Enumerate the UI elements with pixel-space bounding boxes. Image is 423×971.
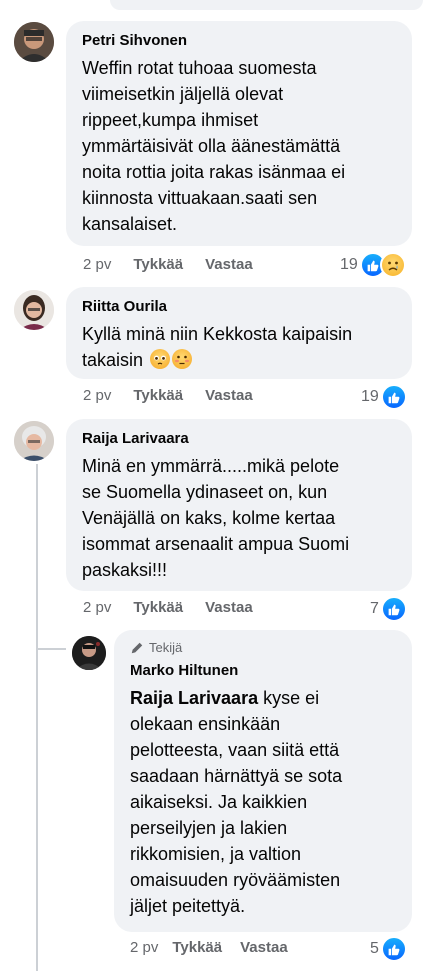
- comment-text: Weffin rotat tuhoaa suomesta viimeisetki…: [82, 58, 346, 234]
- comment-actions: 2 pv Tykkää Vastaa: [83, 256, 275, 273]
- comment-actions: 2 pv Tykkää Vastaa: [130, 939, 310, 956]
- flushed-face-emoji: [172, 349, 193, 369]
- author-badge-label: Tekijä: [149, 640, 183, 655]
- comment-author[interactable]: Petri Sihvonen: [82, 31, 398, 51]
- comment-author[interactable]: Marko Hiltunen: [130, 661, 398, 681]
- comment-text: Minä en ymmärrä.....mikä pelote se Suome…: [82, 456, 350, 580]
- comment-age[interactable]: 2 pv: [83, 599, 111, 616]
- comment-bubble: Riitta Ourila Kyllä minä niin Kekkosta k…: [66, 287, 412, 379]
- comment-actions: 2 pv Tykkää Vastaa: [83, 387, 275, 404]
- thread-line-vertical: [36, 464, 38, 971]
- reply-button[interactable]: Vastaa: [205, 599, 253, 616]
- comment-author[interactable]: Raija Larivaara: [82, 429, 398, 449]
- reply-button[interactable]: Vastaa: [240, 939, 288, 956]
- avatar[interactable]: [14, 22, 54, 62]
- like-button[interactable]: Tykkää: [133, 599, 183, 616]
- like-icon: [380, 936, 407, 962]
- like-button[interactable]: Tykkää: [133, 256, 183, 273]
- comment-age[interactable]: 2 pv: [83, 256, 111, 273]
- comment-author[interactable]: Riitta Ourila: [82, 297, 398, 317]
- avatar[interactable]: [72, 636, 106, 670]
- reply-bubble: Tekijä Marko Hiltunen Raija Larivaara ky…: [114, 630, 412, 932]
- pleading-face-emoji: [150, 349, 171, 369]
- sad-icon: [379, 252, 406, 278]
- reaction-summary[interactable]: 19: [361, 384, 407, 410]
- comment-age[interactable]: 2 pv: [130, 939, 158, 956]
- like-icon: [380, 384, 407, 410]
- previous-comment-bubble-edge: [110, 0, 423, 10]
- comment-text-body: kyse ei olekaan ensinkään pelotteesta, v…: [130, 688, 343, 916]
- comment-text: Kyllä minä niin Kekkosta kaipaisin takai…: [82, 321, 398, 373]
- comment-bubble: Petri Sihvonen Weffin rotat tuhoaa suome…: [66, 21, 412, 246]
- comment-bubble: Raija Larivaara Minä en ymmärrä.....mikä…: [66, 419, 412, 591]
- reaction-count: 19: [361, 388, 379, 405]
- like-button[interactable]: Tykkää: [172, 939, 222, 956]
- reaction-summary[interactable]: 5: [370, 936, 407, 962]
- comment-age[interactable]: 2 pv: [83, 387, 111, 404]
- reaction-count: 5: [370, 940, 379, 957]
- reply-button[interactable]: Vastaa: [205, 256, 253, 273]
- like-icon: [380, 596, 407, 622]
- mention-link[interactable]: Raija Larivaara: [130, 688, 258, 708]
- reaction-summary[interactable]: 19: [340, 252, 406, 278]
- comment-text-body: Kyllä minä niin Kekkosta kaipaisin takai…: [82, 324, 353, 370]
- like-button[interactable]: Tykkää: [133, 387, 183, 404]
- reaction-summary[interactable]: 7: [370, 596, 407, 622]
- avatar[interactable]: [14, 421, 54, 461]
- avatar[interactable]: [14, 290, 54, 330]
- pencil-icon: [131, 642, 143, 653]
- comment-text: Raija Larivaara kyse ei olekaan ensinkää…: [130, 685, 398, 919]
- reaction-count: 7: [370, 600, 379, 617]
- comment-actions: 2 pv Tykkää Vastaa: [83, 599, 275, 616]
- thread-line-branch: [36, 648, 66, 650]
- reaction-count: 19: [340, 256, 358, 273]
- author-badge: Tekijä: [130, 640, 398, 655]
- reply-button[interactable]: Vastaa: [205, 387, 253, 404]
